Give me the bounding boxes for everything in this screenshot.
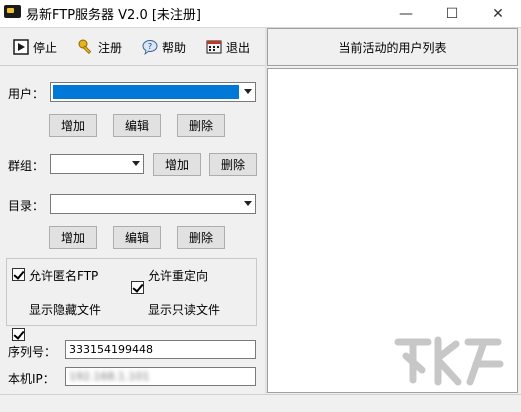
ip-field[interactable]: 192.168.1.101	[65, 367, 256, 386]
serial-value: 333154199448	[69, 343, 153, 356]
dir-edit-button[interactable]: 编辑	[113, 226, 161, 249]
toolbar: 停止 注册 ? 帮助 退出	[0, 28, 265, 66]
dir-label: 目录：	[8, 199, 45, 213]
redirect-label: 允许重定向	[148, 269, 209, 283]
user-label: 用户：	[8, 87, 45, 101]
user-add-button[interactable]: 增加	[49, 114, 97, 137]
exit-label: 退出	[226, 40, 251, 55]
dir-select[interactable]	[50, 194, 256, 214]
minimize-button[interactable]: —	[383, 0, 429, 27]
help-label: 帮助	[162, 40, 187, 55]
anon-ftp-checkbox[interactable]	[12, 268, 25, 281]
active-users-header[interactable]: 当前活动的用户列表	[267, 28, 518, 66]
watermark-logo	[388, 320, 516, 400]
anon-ftp-label: 允许匿名FTP	[29, 269, 99, 283]
user-select[interactable]	[50, 82, 256, 102]
title-bar: 易新FTP服务器 V2.0 [未注册] — ☐ ✕	[0, 0, 521, 27]
exit-button[interactable]: 退出	[206, 35, 250, 59]
show-readonly-label: 显示只读文件	[148, 303, 221, 317]
serial-label: 序列号：	[8, 345, 57, 359]
app-icon	[4, 5, 21, 18]
user-edit-button[interactable]: 编辑	[113, 114, 161, 137]
show-hidden-checkbox[interactable]	[12, 328, 25, 341]
dir-add-button[interactable]: 增加	[49, 226, 97, 249]
register-button[interactable]: 注册	[78, 35, 122, 59]
group-label: 群组：	[8, 159, 45, 173]
options-group: 允许匿名FTP 允许重定向 显示隐藏文件 显示只读文件	[6, 258, 257, 354]
serial-field[interactable]: 333154199448	[65, 340, 256, 359]
user-delete-button[interactable]: 删除	[177, 114, 225, 137]
group-select[interactable]	[50, 154, 144, 174]
chevron-down-icon	[244, 201, 252, 206]
show-hidden-label: 显示隐藏文件	[29, 303, 102, 317]
dir-delete-button[interactable]: 删除	[177, 226, 225, 249]
help-button[interactable]: ? 帮助	[142, 35, 186, 59]
key-icon	[78, 39, 94, 55]
stop-icon	[13, 39, 29, 55]
register-label: 注册	[98, 40, 123, 55]
ip-value: 192.168.1.101	[69, 370, 150, 383]
chevron-down-icon	[132, 161, 140, 166]
redirect-checkbox[interactable]	[131, 281, 144, 294]
maximize-button[interactable]: ☐	[429, 0, 475, 27]
group-add-button[interactable]: 增加	[153, 153, 201, 176]
user-select-highlight	[53, 85, 239, 99]
chevron-down-icon	[244, 89, 252, 94]
help-icon: ?	[142, 39, 158, 55]
stop-button[interactable]: 停止	[13, 35, 57, 59]
svg-text:?: ?	[148, 42, 152, 51]
stop-label: 停止	[33, 40, 58, 55]
window-title: 易新FTP服务器 V2.0 [未注册]	[26, 8, 202, 23]
close-button[interactable]: ✕	[475, 0, 521, 27]
ip-label: 本机IP：	[8, 372, 55, 386]
active-users-header-label: 当前活动的用户列表	[338, 40, 447, 55]
group-delete-button[interactable]: 删除	[209, 153, 257, 176]
exit-icon	[206, 39, 222, 55]
